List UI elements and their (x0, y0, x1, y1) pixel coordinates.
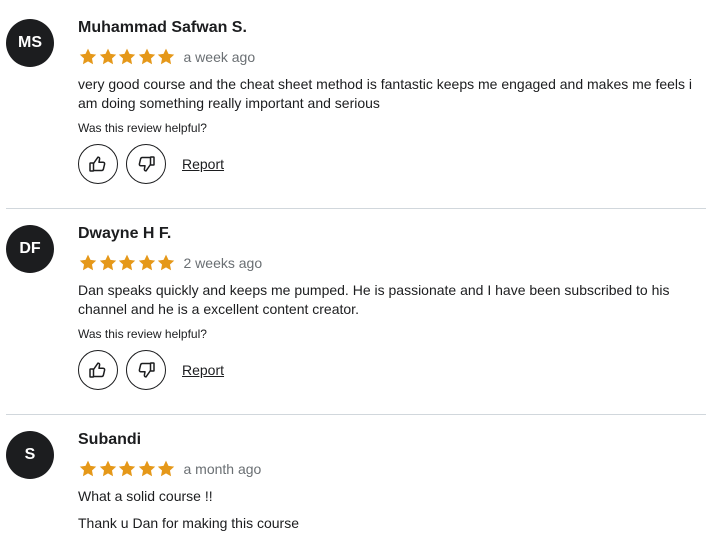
star-icon (137, 47, 157, 67)
star-rating (78, 459, 176, 479)
star-icon (98, 459, 118, 479)
star-icon (137, 459, 157, 479)
rating-row: 2 weeks ago (78, 253, 262, 273)
thumbs-down-icon (136, 360, 156, 380)
thumbs-up-icon (88, 154, 108, 174)
star-icon (156, 47, 176, 67)
reviews-list: MS Muhammad Safwan S. a week ago very go… (0, 0, 728, 540)
reviewer-name: Muhammad Safwan S. (78, 19, 247, 36)
rating-row: a week ago (78, 47, 255, 67)
avatar: DF (6, 225, 54, 273)
star-rating (78, 253, 176, 273)
reviewer-name: Dwayne H F. (78, 225, 172, 242)
review-paragraph: Thank u Dan for making this course (78, 515, 299, 531)
star-icon (78, 47, 98, 67)
avatar: MS (6, 19, 54, 67)
star-icon (117, 459, 137, 479)
star-icon (78, 459, 98, 479)
rating-row: a month ago (78, 459, 261, 479)
helpful-no-button[interactable] (126, 144, 166, 184)
review-text: What a solid course !! Thank u Dan for m… (78, 487, 698, 533)
avatar: S (6, 431, 54, 479)
star-icon (78, 253, 98, 273)
divider (6, 208, 706, 209)
star-icon (98, 253, 118, 273)
review-actions: Report (78, 350, 224, 390)
review-paragraph: Dan speaks quickly and keeps me pumped. … (78, 282, 670, 317)
thumbs-up-icon (88, 360, 108, 380)
helpful-question: Was this review helpful? (78, 327, 207, 341)
reviewer-name: Subandi (78, 431, 142, 448)
star-icon (98, 47, 118, 67)
helpful-no-button[interactable] (126, 350, 166, 390)
thumbs-down-icon (136, 154, 156, 174)
review-paragraph: What a solid course !! (78, 488, 213, 504)
star-icon (117, 253, 137, 273)
report-link[interactable]: Report (182, 156, 224, 172)
helpful-yes-button[interactable] (78, 144, 118, 184)
review-actions: Report (78, 144, 224, 184)
divider (6, 414, 706, 415)
report-link[interactable]: Report (182, 362, 224, 378)
review-time: 2 weeks ago (183, 255, 263, 271)
helpful-question: Was this review helpful? (78, 121, 207, 135)
star-icon (156, 253, 176, 273)
star-icon (156, 459, 176, 479)
review-paragraph: very good course and the cheat sheet met… (78, 76, 693, 111)
star-icon (117, 47, 137, 67)
review-time: a week ago (183, 49, 256, 65)
review-text: Dan speaks quickly and keeps me pumped. … (78, 281, 698, 319)
helpful-yes-button[interactable] (78, 350, 118, 390)
star-rating (78, 47, 176, 67)
star-icon (137, 253, 157, 273)
review-text: very good course and the cheat sheet met… (78, 75, 698, 113)
review-time: a month ago (183, 461, 262, 477)
